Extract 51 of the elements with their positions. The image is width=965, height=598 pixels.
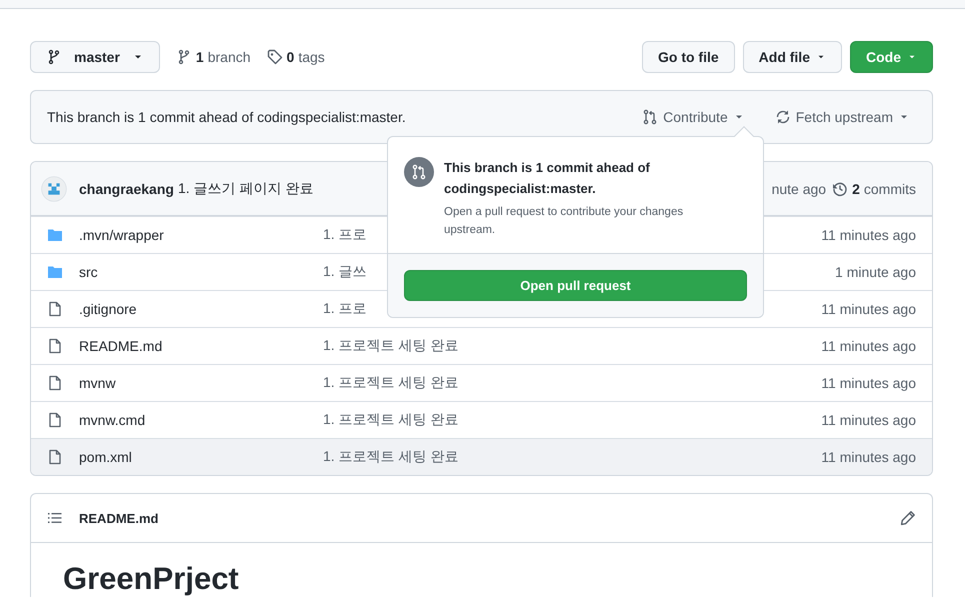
branch-select-button[interactable]: master — [30, 41, 160, 73]
history-icon — [832, 180, 848, 196]
contribute-button[interactable]: Contribute — [636, 108, 751, 126]
file-name[interactable]: .mvn/wrapper — [79, 227, 323, 243]
dropdown-button[interactable]: Add file — [742, 41, 842, 73]
file-name[interactable]: pom.xml — [79, 449, 323, 465]
commit-time: 11 minutes ago — [821, 412, 916, 428]
file-name[interactable]: src — [79, 264, 323, 280]
fetch-upstream-button[interactable]: Fetch upstream — [768, 108, 916, 126]
commit-message[interactable]: 1. 프로젝트 세팅 완료 — [323, 411, 822, 429]
file-icon — [47, 449, 63, 465]
pencil-icon — [900, 510, 916, 526]
file-icon — [47, 338, 63, 354]
commit-time: 11 minutes ago — [821, 301, 916, 317]
commit-message[interactable]: 1. 프로젝트 세팅 완료 — [323, 374, 822, 392]
sync-icon — [774, 109, 791, 125]
list-icon — [47, 510, 63, 526]
commit-time: 11 minutes ago — [821, 338, 916, 354]
commit-time: 11 minutes ago — [821, 449, 916, 465]
tag-icon — [266, 49, 283, 65]
folder-icon — [47, 264, 63, 280]
folder-icon — [47, 227, 63, 243]
file-icon — [47, 412, 63, 428]
commit-time: 1 minute ago — [835, 264, 916, 280]
readme-filename: README.md — [79, 510, 160, 526]
commits-link[interactable]: 2 commits — [832, 180, 916, 196]
commit-message[interactable]: 1. 글쓰기 페이지 완료 — [178, 180, 314, 198]
avatar-icon — [41, 176, 67, 202]
file-name[interactable]: mvnw.cmd — [79, 412, 323, 428]
readme-heading: GreenPrject — [63, 561, 240, 597]
commit-time: 11 minutes ago — [821, 227, 916, 243]
commit-time: 11 minutes ago — [821, 375, 916, 391]
pull-request-icon — [642, 109, 658, 125]
file-icon — [47, 375, 63, 391]
file-name[interactable]: README.md — [79, 338, 323, 354]
tags-link[interactable]: 0 tags — [266, 49, 325, 65]
file-icon — [47, 301, 63, 317]
commit-message[interactable]: 1. 프로젝트 세팅 완료 — [323, 448, 822, 466]
button[interactable]: Go to file — [642, 41, 735, 73]
popover-description: Open a pull request to contribute your changes upstream. — [444, 205, 684, 238]
pull-request-icon — [404, 157, 434, 187]
file-row-highlight[interactable]: pom.xml 1. 프로젝트 세팅 완료 11 minutes ago — [31, 438, 932, 475]
popover-title: This branch is 1 commit ahead of codingspecialist:master. — [444, 159, 651, 198]
branches-link[interactable]: 1 branch — [176, 49, 251, 65]
file-name[interactable]: .gitignore — [79, 301, 323, 317]
commit-time: nute ago — [772, 180, 826, 196]
commit-message[interactable]: 1. 프로젝트 세팅 완료 — [323, 337, 822, 355]
commit-author[interactable]: changraekang — [79, 180, 174, 196]
branch-icon — [46, 49, 62, 65]
banner-text: This branch is 1 commit ahead of codingspecialist:master. — [47, 109, 407, 125]
file-name[interactable]: mvnw — [79, 375, 323, 391]
